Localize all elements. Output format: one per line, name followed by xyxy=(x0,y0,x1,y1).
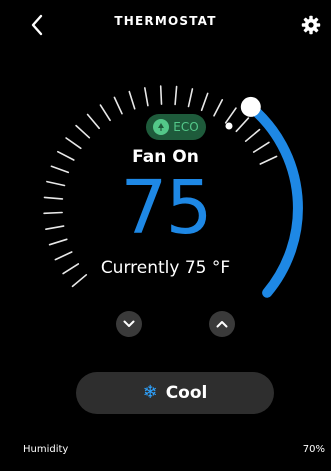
dial-tick xyxy=(86,113,100,130)
dial-tick xyxy=(235,117,250,133)
chevron-down-icon xyxy=(123,320,135,327)
mode-button[interactable]: ❄ Cool xyxy=(76,372,274,414)
dial-tick xyxy=(113,96,123,115)
dial-tick xyxy=(187,88,194,108)
leaf-icon xyxy=(153,119,170,135)
dial-tick xyxy=(159,85,163,105)
snowflake-icon: ❄ xyxy=(142,382,158,403)
current-temperature: Currently 75 °F xyxy=(100,258,231,278)
dial-tick xyxy=(144,87,149,107)
humidity-value: 70% xyxy=(302,444,325,455)
dial-tick xyxy=(128,90,136,110)
eco-badge: ECO xyxy=(146,114,206,140)
chevron-up-icon xyxy=(216,321,228,328)
mode-label: Cool xyxy=(165,383,208,403)
dial-tick xyxy=(99,104,111,122)
eco-label: ECO xyxy=(173,120,199,134)
dial-tick xyxy=(75,124,91,139)
increase-temperature-button[interactable] xyxy=(209,311,235,337)
current-temp-marker xyxy=(225,122,233,130)
setpoint-handle[interactable] xyxy=(240,96,261,117)
dial-tick xyxy=(244,128,261,142)
fan-status: Fan On xyxy=(132,147,199,167)
humidity-label: Humidity xyxy=(23,444,69,455)
thermostat-screen: THERMOSTAT ECO Fan On 75 Currently 75 °F… xyxy=(0,0,331,471)
decrease-temperature-button[interactable] xyxy=(116,311,142,337)
setpoint-temperature: 75 xyxy=(120,165,212,251)
dial-tick xyxy=(200,92,209,112)
dial-tick xyxy=(224,107,237,124)
dial-tick xyxy=(174,85,178,106)
dial-tick xyxy=(213,99,224,117)
